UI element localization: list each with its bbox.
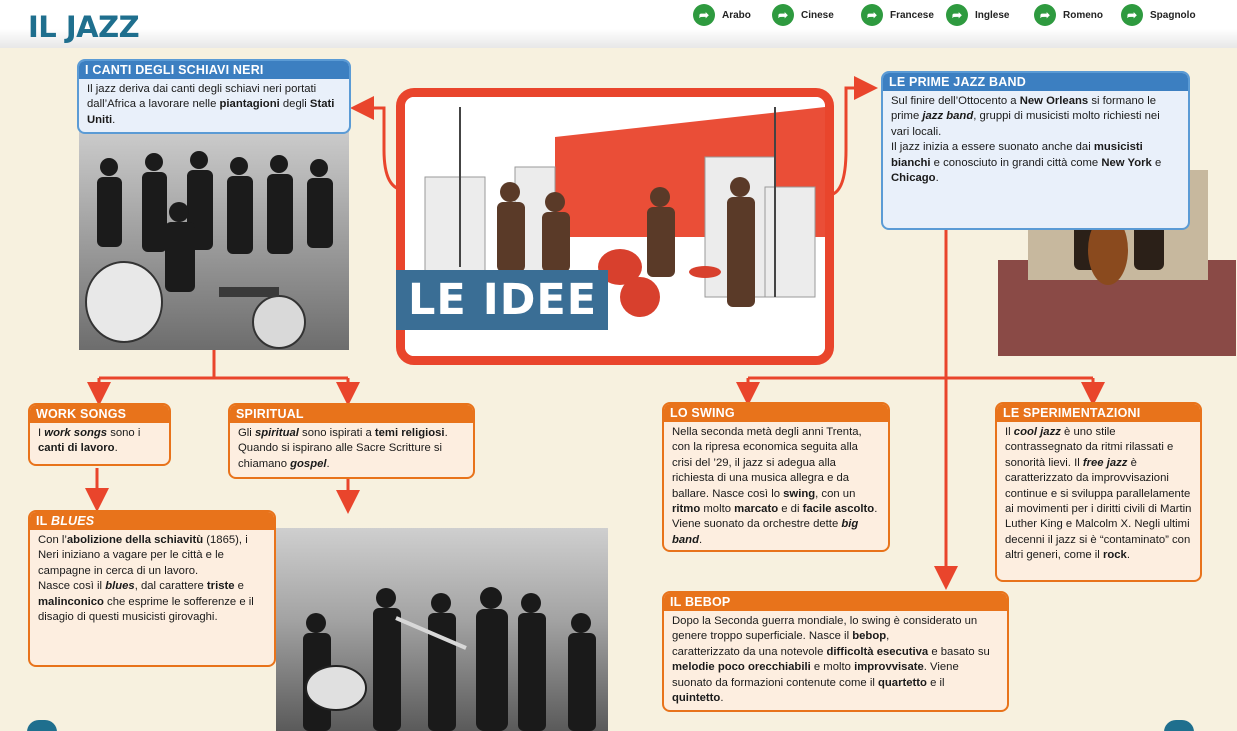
text-segment: Il	[1005, 426, 1014, 438]
text-segment: è caratterizzato da improvvisazioni cont…	[1005, 456, 1192, 562]
text-segment: e conosciuto in grandi città come	[930, 156, 1102, 169]
title-plain: IL	[36, 514, 51, 528]
emphasis-text: Chicago	[891, 172, 936, 185]
emphasis-text: facile ascolto	[802, 503, 875, 516]
emphasis-text: canti di lavoro	[38, 442, 115, 455]
box-title: LE SPERIMENTAZIONI	[997, 404, 1200, 422]
box-text: I work songs sono i canti di lavoro.	[30, 423, 169, 460]
box-text: Il jazz deriva dai canti degli schiavi n…	[79, 79, 349, 131]
text-segment: .	[112, 113, 116, 126]
box-sperimentazioni: LE SPERIMENTAZIONI Il cool jazz è uno st…	[995, 402, 1202, 582]
text-segment: .	[326, 457, 330, 470]
emphasis-text: swing	[783, 487, 816, 500]
band-silhouette-image	[85, 151, 333, 349]
text-segment: sono i	[107, 427, 141, 439]
emphasis-text: abolizione della schiavitù	[66, 534, 204, 546]
emphasis-text: quartetto	[877, 676, 927, 689]
text-segment: Dopo la Seconda guerra mondiale, lo swin…	[672, 615, 978, 643]
text-segment: Nasce così il	[38, 580, 106, 593]
text-segment: e molto	[810, 661, 855, 674]
emphasis-text: work songs	[44, 427, 108, 439]
emphasis-text: triste	[206, 580, 235, 593]
box-title: LO SWING	[664, 404, 888, 422]
box-canti-schiavi: I CANTI DEGLI SCHIAVI NERI Il jazz deriv…	[77, 59, 351, 134]
emphasis-text: piantagioni	[219, 98, 280, 111]
emphasis-text: temi religiosi	[374, 427, 445, 439]
box-title: WORK SONGS	[30, 405, 169, 423]
text-segment: ,	[886, 630, 890, 643]
title-italic: BLUES	[50, 514, 95, 528]
box-text: Il cool jazz è uno stile contrassegnato …	[997, 422, 1200, 567]
text-segment: e	[1151, 156, 1162, 169]
emphasis-text: melodie poco orecchiabili	[672, 661, 811, 674]
text-segment: , dal carattere	[134, 580, 207, 593]
emphasis-text: quintetto	[672, 692, 721, 705]
box-bebop: IL BEBOP Dopo la Seconda guerra mondiale…	[662, 591, 1009, 712]
text-segment: .	[720, 692, 724, 705]
emphasis-text: marcato	[734, 503, 779, 516]
text-segment: degli	[279, 98, 310, 111]
box-blues: IL BLUES Con l’abolizione della schiavit…	[28, 510, 276, 667]
emphasis-text: rock	[1102, 549, 1127, 562]
box-title: IL BLUES	[30, 512, 274, 530]
emphasis-text: gospel	[290, 457, 327, 470]
text-segment: e	[234, 580, 244, 593]
emphasis-text: malinconico	[38, 595, 104, 608]
box-title: LE PRIME JAZZ BAND	[883, 73, 1188, 91]
box-title: I CANTI DEGLI SCHIAVI NERI	[79, 61, 349, 79]
text-segment: Sul finire dell’Ottocento a	[891, 95, 1020, 107]
photo-blues-band	[276, 528, 608, 731]
box-text: Gli spiritual sono ispirati a temi relig…	[230, 423, 473, 475]
text-segment: .	[114, 442, 118, 455]
emphasis-text: difficoltà esecutiva	[826, 645, 929, 658]
box-text: Dopo la Seconda guerra mondiale, lo swin…	[664, 611, 1007, 709]
box-swing: LO SWING Nella seconda metà degli anni T…	[662, 402, 890, 552]
box-text: Con l’abolizione della schiavitù (1865),…	[30, 530, 274, 628]
box-prime-jazz-band: LE PRIME JAZZ BAND Sul finire dell’Ottoc…	[881, 71, 1190, 230]
text-segment: , con un	[815, 487, 856, 500]
text-segment: .	[1126, 549, 1130, 562]
text-segment: e basato su	[928, 645, 990, 658]
text-segment: Il jazz inizia a essere suonato anche da…	[891, 141, 1094, 154]
emphasis-text: free jazz	[1082, 456, 1128, 469]
page-number-left-tab	[27, 720, 57, 731]
text-segment: molto	[700, 503, 735, 516]
emphasis-text: New Orleans	[1019, 95, 1089, 107]
box-spiritual: SPIRITUAL Gli spiritual sono ispirati a …	[228, 403, 475, 479]
box-title: IL BEBOP	[664, 593, 1007, 611]
emphasis-text: blues	[105, 580, 135, 593]
hub-label: LE IDEE	[396, 270, 608, 330]
text-segment: .	[935, 172, 939, 185]
emphasis-text: ritmo	[672, 503, 701, 516]
box-work-songs: WORK SONGS I work songs sono i canti di …	[28, 403, 171, 466]
text-segment: Con l’	[38, 534, 67, 546]
photo-early-jazz-band	[79, 122, 349, 350]
emphasis-text: improvvisate	[854, 661, 924, 674]
box-text: Sul finire dell’Ottocento a New Orleans …	[883, 91, 1188, 189]
text-segment: Gli	[238, 427, 255, 439]
text-segment: .	[699, 533, 703, 546]
text-segment: e di	[778, 503, 803, 516]
text-segment: sono ispirati a	[298, 427, 375, 439]
emphasis-text: cool jazz	[1013, 426, 1061, 438]
emphasis-text: bebop	[852, 630, 887, 643]
box-title: SPIRITUAL	[230, 405, 473, 423]
text-segment: caratterizzato da una notevole	[672, 645, 827, 658]
emphasis-text: New York	[1101, 156, 1152, 169]
page-number-right-tab	[1164, 720, 1194, 731]
emphasis-text: jazz band	[922, 110, 974, 123]
blues-band-image	[303, 587, 596, 731]
box-text: Nella seconda metà degli anni Trenta, co…	[664, 422, 888, 550]
text-segment: e il	[926, 676, 945, 689]
emphasis-text: spiritual	[254, 427, 299, 439]
